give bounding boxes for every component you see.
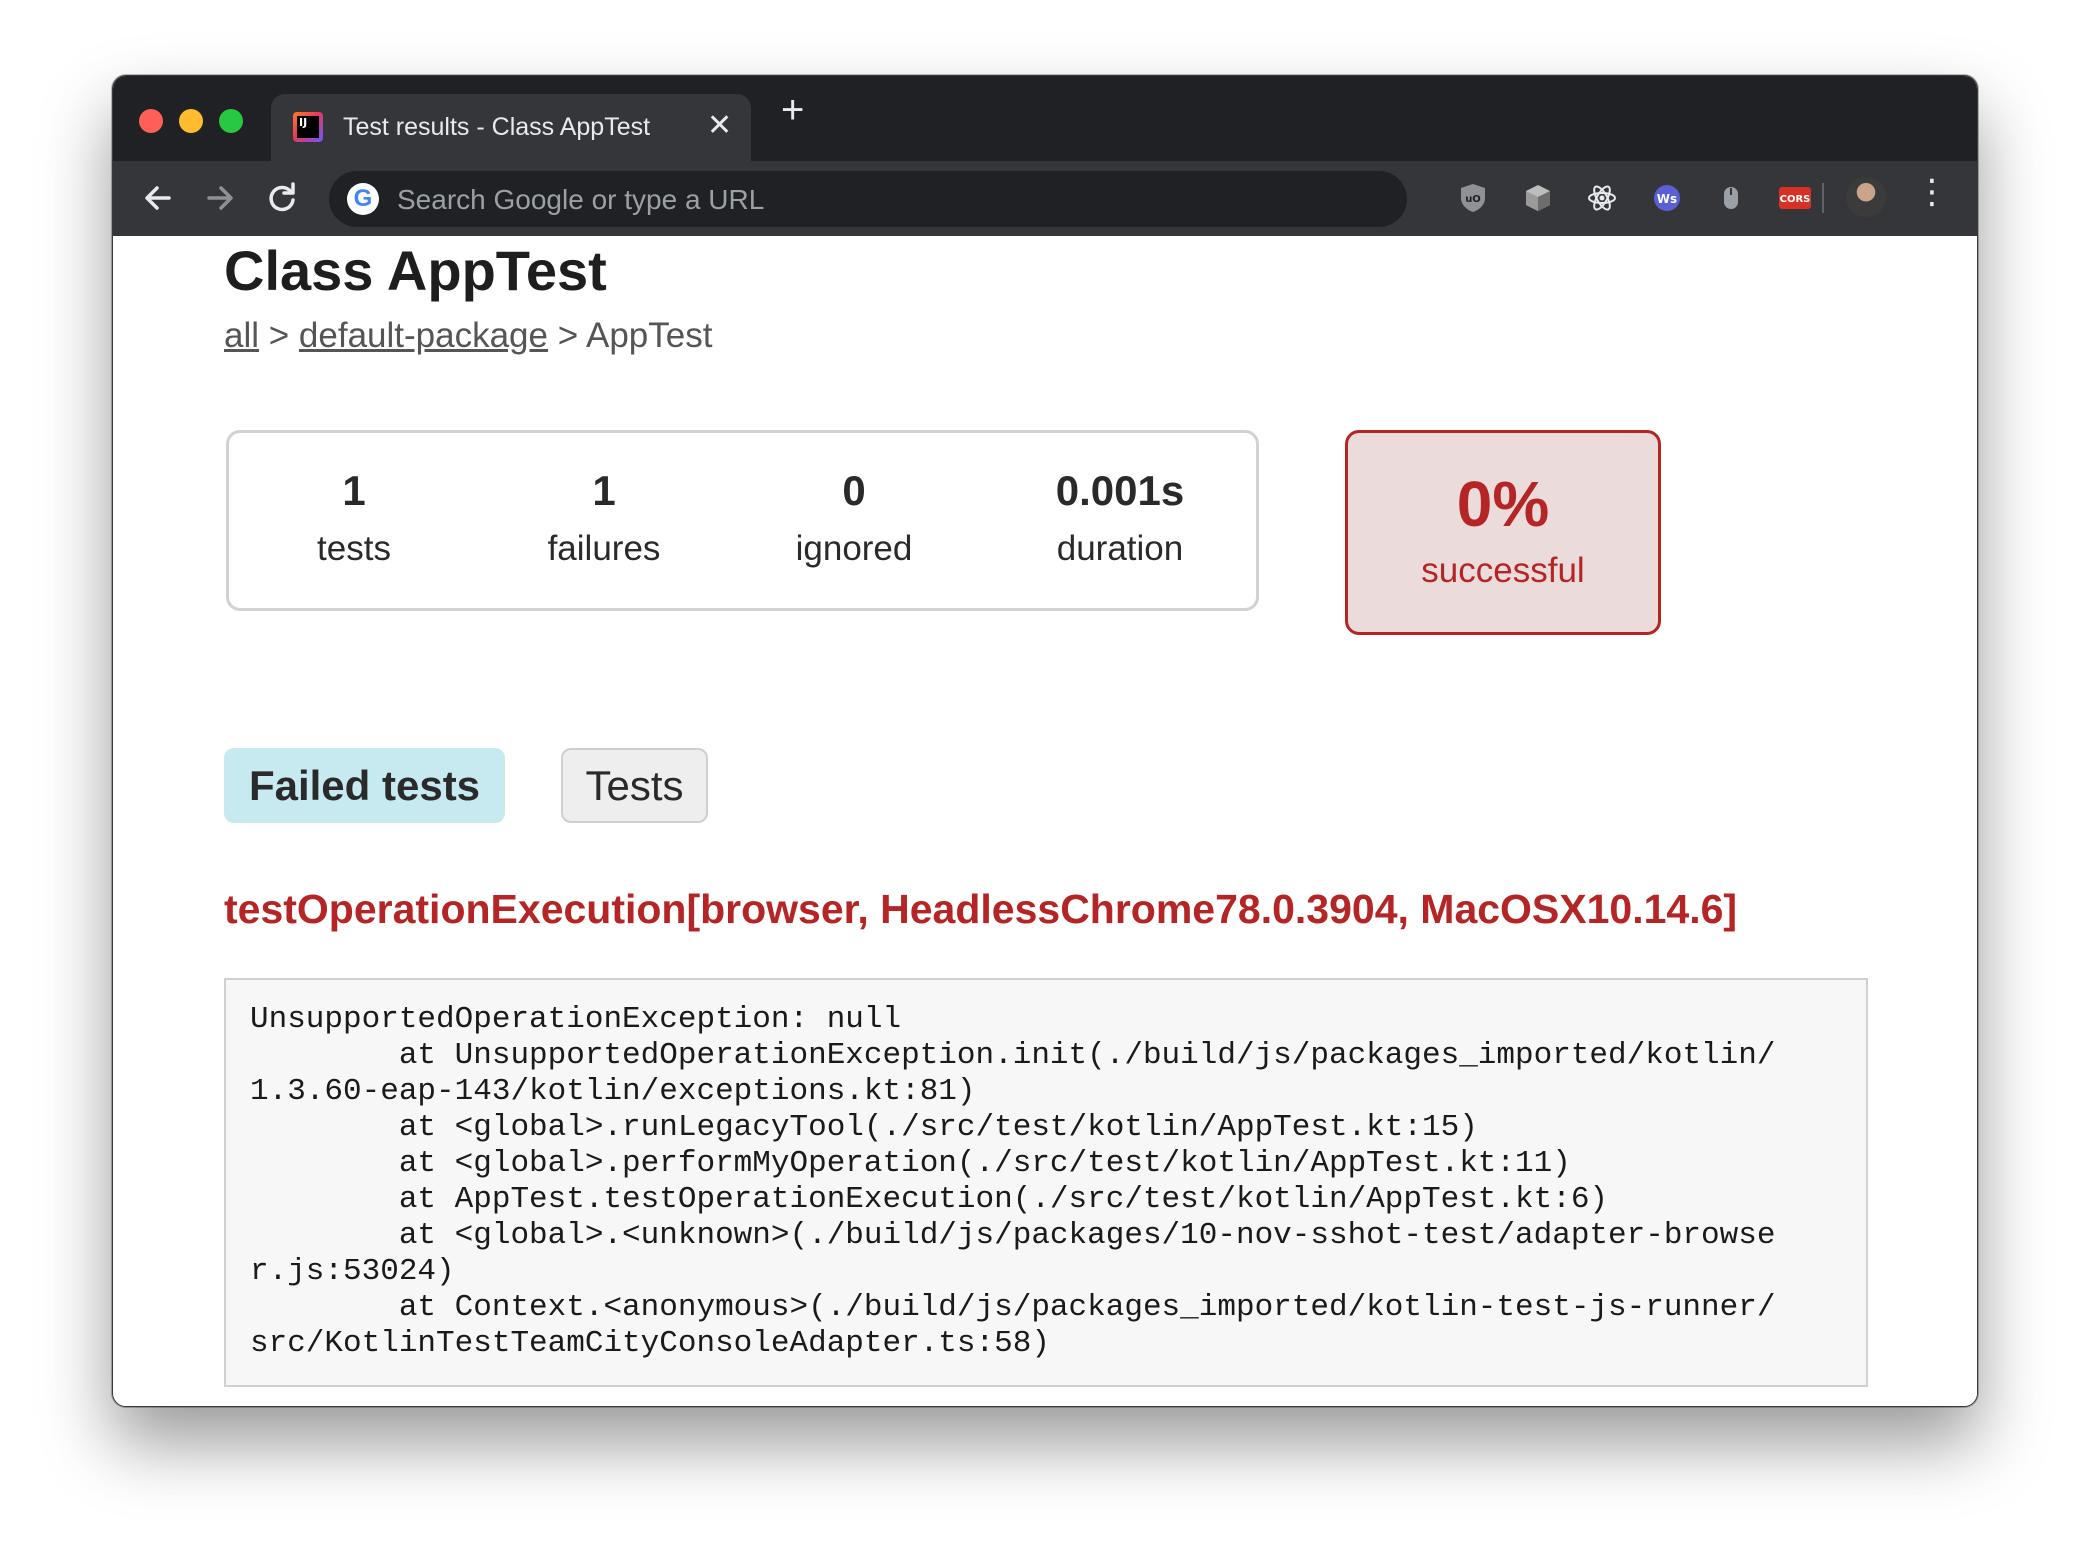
close-window-button[interactable] — [139, 109, 163, 133]
svg-text:uO: uO — [1465, 194, 1481, 205]
svg-text:Ws: Ws — [1657, 192, 1677, 206]
tab-title: Test results - Class AppTest — [343, 113, 651, 141]
minimize-window-button[interactable] — [179, 109, 203, 133]
omnibox[interactable]: G Search Google or type a URL — [329, 171, 1407, 227]
tab-tests[interactable]: Tests — [561, 748, 708, 823]
failed-test-name: testOperationExecution[browser, Headless… — [224, 886, 1738, 932]
duration-label: duration — [1056, 529, 1184, 568]
reload-icon[interactable] — [257, 173, 307, 223]
stack-trace: UnsupportedOperationException: null at U… — [224, 978, 1868, 1387]
google-icon: G — [347, 183, 379, 215]
back-arrow-icon[interactable] — [133, 173, 183, 223]
cors-extension-icon[interactable]: CORS — [1778, 181, 1812, 215]
tests-counter: 1 tests — [244, 467, 464, 569]
svg-text:CORS: CORS — [1780, 194, 1811, 205]
browser-toolbar: G Search Google or type a URL uO Ws CORS… — [113, 161, 1977, 236]
forward-arrow-icon[interactable] — [195, 173, 245, 223]
new-tab-icon[interactable]: + — [781, 90, 804, 130]
ignored-counter: 0 ignored — [744, 467, 964, 569]
react-devtools-icon[interactable] — [1585, 181, 1619, 215]
ws-extension-icon[interactable]: Ws — [1650, 181, 1684, 215]
breadcrumb-package-link[interactable]: default-package — [299, 316, 548, 355]
cube-extension-icon[interactable] — [1521, 181, 1555, 215]
failures-count: 1 — [592, 467, 616, 514]
toolbar-divider — [1822, 183, 1824, 213]
success-rate-box: 0% successful — [1345, 430, 1661, 635]
failures-label: failures — [547, 529, 661, 568]
browser-window: Test results - Class AppTest ✕ + G Searc… — [112, 75, 1978, 1407]
breadcrumb-current: AppTest — [585, 316, 713, 355]
omnibox-placeholder: Search Google or type a URL — [397, 184, 765, 215]
breadcrumb-separator: > — [259, 316, 299, 355]
browser-tab[interactable]: Test results - Class AppTest ✕ — [271, 94, 751, 161]
ublock-icon[interactable]: uO — [1456, 181, 1490, 215]
duration-counter: 0.001s duration — [1010, 467, 1230, 569]
failures-counter: 1 failures — [494, 467, 714, 569]
ignored-label: ignored — [795, 529, 913, 568]
zoom-window-button[interactable] — [219, 109, 243, 133]
duration-value: 0.001s — [1055, 467, 1185, 514]
tests-count: 1 — [342, 467, 366, 514]
tests-label: tests — [317, 529, 391, 568]
success-rate-value: 0% — [1456, 468, 1550, 540]
success-rate-label: successful — [1421, 551, 1585, 590]
summary-box: 1 tests 1 failures 0 ignored 0.001s dura… — [226, 430, 1259, 611]
intellij-favicon-icon — [293, 112, 323, 142]
tab-failed-tests[interactable]: Failed tests — [224, 748, 505, 823]
breadcrumb-separator: > — [548, 316, 586, 355]
tab-close-icon[interactable]: ✕ — [707, 108, 732, 143]
breadcrumb-all-link[interactable]: all — [224, 316, 259, 355]
mouse-extension-icon[interactable] — [1714, 181, 1748, 215]
page-content: Class AppTest all > default-package > Ap… — [113, 236, 1977, 1406]
breadcrumb: all > default-package > AppTest — [224, 316, 712, 356]
tab-strip: Test results - Class AppTest ✕ + — [113, 76, 1977, 161]
profile-avatar[interactable] — [1846, 177, 1886, 217]
more-menu-icon[interactable]: ⋮ — [1915, 175, 1949, 209]
page-title: Class AppTest — [224, 239, 607, 302]
ignored-count: 0 — [842, 467, 866, 514]
